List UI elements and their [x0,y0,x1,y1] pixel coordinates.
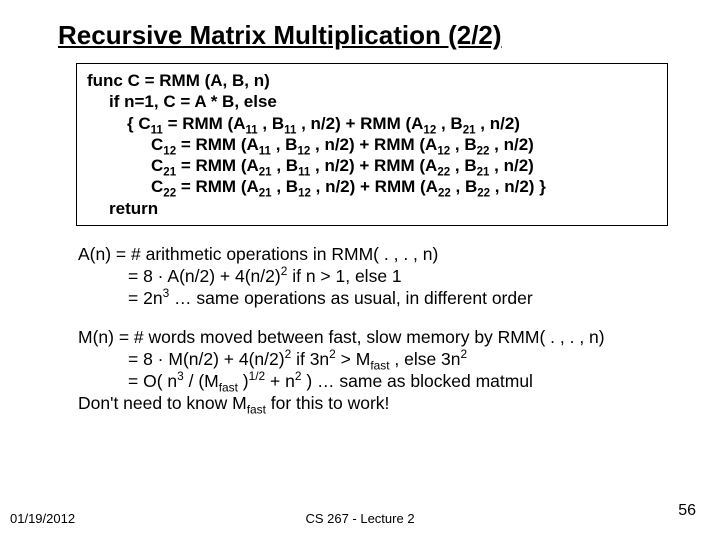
page-number: 56 [678,502,696,520]
footer-course: CS 267 - Lecture 2 [0,511,720,526]
arith-ops-block: A(n) = # arithmetic operations in RMM( .… [78,244,690,310]
text-line: = 8 · A(n/2) + 4(n/2)2 if n > 1, else 1 [78,266,690,288]
code-line: C12 = RMM (A11 , B12 , n/2) + RMM (A12 ,… [87,134,659,155]
code-line: C22 = RMM (A21 , B12 , n/2) + RMM (A22 ,… [87,176,659,197]
text-line: = 8 · M(n/2) + 4(n/2)2 if 3n2 > Mfast , … [78,349,690,371]
code-line: if n=1, C = A * B, else [87,91,659,112]
slide-title: Recursive Matrix Multiplication (2/2) [0,0,720,57]
code-line: C21 = RMM (A21 , B11 , n/2) + RMM (A22 ,… [87,155,659,176]
text-line: M(n) = # words moved between fast, slow … [78,327,690,349]
code-line: func C = RMM (A, B, n) [87,70,659,91]
code-line: return [87,198,659,219]
code-line: { C11 = RMM (A11 , B11 , n/2) + RMM (A12… [87,113,659,134]
text-line: Don't need to know Mfast for this to wor… [78,393,690,415]
text-line: = 2n3 … same operations as usual, in dif… [78,288,690,310]
pseudocode-box: func C = RMM (A, B, n) if n=1, C = A * B… [76,63,668,226]
memory-block: M(n) = # words moved between fast, slow … [78,327,690,415]
text-line: A(n) = # arithmetic operations in RMM( .… [78,244,690,266]
text-line: = O( n3 / (Mfast )1/2 + n2 ) … same as b… [78,371,690,393]
